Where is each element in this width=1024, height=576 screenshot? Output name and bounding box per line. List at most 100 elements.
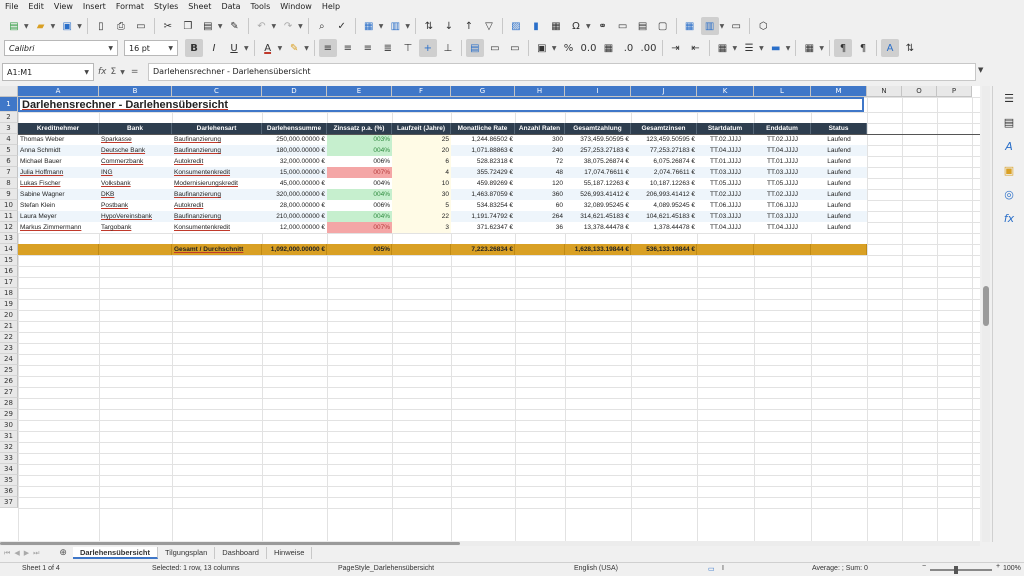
column-header-n[interactable]: N <box>867 86 902 97</box>
row-header-20[interactable]: 20 <box>0 310 18 321</box>
table-cell[interactable]: 6,075.26874 € <box>631 156 697 167</box>
font-size-combo[interactable]: 16 pt ▼ <box>124 40 178 56</box>
underline-dropdown-icon[interactable]: ▼ <box>244 45 249 52</box>
menu-file[interactable]: File <box>0 0 23 14</box>
undo-icon[interactable]: ↶ <box>253 17 271 35</box>
table-cell[interactable]: DKB <box>99 189 172 200</box>
table-cell[interactable]: 373,459.50595 € <box>565 134 631 145</box>
table-cell[interactable]: TT.02.JJJJ <box>697 189 754 200</box>
increase-indent-icon[interactable]: ⇥ <box>667 39 685 57</box>
row-header-23[interactable]: 23 <box>0 343 18 354</box>
align-top-icon[interactable]: ⊤ <box>399 39 417 57</box>
row-header-19[interactable]: 19 <box>0 299 18 310</box>
new-dropdown-icon[interactable]: ▼ <box>24 23 29 30</box>
table-cell[interactable]: 13,378.44478 € <box>565 222 631 233</box>
first-sheet-icon[interactable]: ⏮ <box>4 549 10 558</box>
bold-icon[interactable]: B <box>185 39 203 57</box>
tab-tilgungsplan[interactable]: Tilgungsplan <box>158 547 216 559</box>
underline-icon[interactable]: U <box>225 39 243 57</box>
totals-payment[interactable]: 1,628,133.19844 € <box>565 244 631 255</box>
horizontal-scrollbar-thumb[interactable] <box>0 542 460 545</box>
row-header-22[interactable]: 22 <box>0 332 18 343</box>
table-cell[interactable]: 526,993.41412 € <box>565 189 631 200</box>
zoom-in-icon[interactable]: + <box>996 563 1000 570</box>
column-header-j[interactable]: J <box>631 86 697 97</box>
table-cell[interactable]: HypoVereinsbank <box>99 211 172 222</box>
table-cell[interactable]: Thomas Weber <box>18 134 99 145</box>
table-header[interactable]: Monatliche Rate <box>451 123 515 134</box>
find-replace-icon[interactable]: ⌕ <box>313 17 331 35</box>
table-cell[interactable]: Laufend <box>811 189 867 200</box>
table-header[interactable]: Anzahl Raten <box>515 123 565 134</box>
format-as-percent-icon[interactable]: % <box>560 39 578 57</box>
split-window-icon[interactable]: ▥ <box>700 17 719 35</box>
table-header[interactable]: Laufzeit (Jahre) <box>392 123 451 134</box>
border-style-icon[interactable]: ☰ <box>740 39 758 57</box>
insert-pivot-table-icon[interactable]: ▦ <box>547 17 565 35</box>
border-style-dropdown-icon[interactable]: ▼ <box>759 45 764 52</box>
totals-rate[interactable]: 005% <box>327 244 392 255</box>
table-cell[interactable]: 6 <box>392 156 451 167</box>
tab-dashboard[interactable]: Dashboard <box>215 547 267 559</box>
freeze-rows-columns-icon[interactable]: ▦ <box>681 17 699 35</box>
table-cell[interactable]: Julia Hoffmann <box>18 167 99 178</box>
table-cell[interactable]: TT.03.JJJJ <box>754 211 811 222</box>
table-cell[interactable]: Modernisierungskredit <box>172 178 262 189</box>
table-cell[interactable]: 77,253.27183 € <box>631 145 697 156</box>
column-dropdown-icon[interactable]: ▼ <box>405 23 410 30</box>
row-header-35[interactable]: 35 <box>0 475 18 486</box>
properties-icon[interactable]: ▤ <box>1002 116 1016 130</box>
column-header-c[interactable]: C <box>172 86 262 97</box>
table-cell[interactable]: TT.04.JJJJ <box>697 145 754 156</box>
language[interactable]: English (USA) <box>574 565 618 572</box>
sum-icon[interactable]: Σ <box>111 67 117 77</box>
table-header[interactable]: Startdatum <box>697 123 754 134</box>
table-cell[interactable]: 17,074.76611 € <box>565 167 631 178</box>
row-header-6[interactable]: 6 <box>0 156 18 167</box>
table-header[interactable]: Status <box>811 123 867 134</box>
row-header-33[interactable]: 33 <box>0 453 18 464</box>
table-cell[interactable]: Laufend <box>811 145 867 156</box>
paste-icon[interactable]: ▤ <box>199 17 217 35</box>
border-color-dropdown-icon[interactable]: ▼ <box>786 45 791 52</box>
table-cell[interactable]: TT.06.JJJJ <box>754 200 811 211</box>
table-cell[interactable]: 314,621.45183 € <box>565 211 631 222</box>
row-icon[interactable]: ▦ <box>360 17 378 35</box>
table-cell[interactable]: 257,253.27183 € <box>565 145 631 156</box>
table-cell[interactable]: Baufinanzierung <box>172 189 262 200</box>
table-header[interactable]: Enddatum <box>754 123 811 134</box>
comment-icon[interactable]: ▭ <box>614 17 632 35</box>
delete-decimal-icon[interactable]: .00 <box>640 39 658 57</box>
column-header-b[interactable]: B <box>99 86 172 97</box>
add-decimal-icon[interactable]: .0 <box>620 39 638 57</box>
column-header-g[interactable]: G <box>451 86 515 97</box>
table-cell[interactable]: 25 <box>392 134 451 145</box>
conditional-dropdown-icon[interactable]: ▼ <box>819 45 824 52</box>
column-header-d[interactable]: D <box>262 86 327 97</box>
table-cell[interactable]: TT.03.JJJJ <box>697 211 754 222</box>
row-header-30[interactable]: 30 <box>0 420 18 431</box>
left-to-right-icon[interactable]: ¶ <box>834 39 852 57</box>
insert-image-icon[interactable]: ▨ <box>507 17 525 35</box>
table-cell[interactable]: 3 <box>392 222 451 233</box>
table-cell[interactable]: 534.83254 € <box>451 200 515 211</box>
table-cell[interactable]: 28,000.00000 € <box>262 200 327 211</box>
center-vertically-icon[interactable]: + <box>418 39 437 57</box>
table-cell[interactable]: 48 <box>515 167 565 178</box>
table-cell[interactable]: 5 <box>392 200 451 211</box>
column-header-p[interactable]: P <box>937 86 972 97</box>
column-header-i[interactable]: I <box>565 86 631 97</box>
table-cell[interactable]: 36 <box>515 222 565 233</box>
table-header[interactable]: Gesamtzinsen <box>631 123 697 134</box>
table-cell[interactable]: 1,463.87059 € <box>451 189 515 200</box>
table-cell[interactable]: 32,000.00000 € <box>262 156 327 167</box>
row-header-8[interactable]: 8 <box>0 178 18 189</box>
table-cell[interactable]: 4,089.95245 € <box>631 200 697 211</box>
table-cell[interactable]: 30 <box>392 189 451 200</box>
save-dropdown-icon[interactable]: ▼ <box>77 23 82 30</box>
cut-icon[interactable]: ✂ <box>159 17 177 35</box>
row-header-2[interactable]: 2 <box>0 112 18 123</box>
table-cell[interactable]: Markus Zimmermann <box>18 222 99 233</box>
row-header-28[interactable]: 28 <box>0 398 18 409</box>
format-as-number-icon[interactable]: 0.0 <box>580 39 598 57</box>
